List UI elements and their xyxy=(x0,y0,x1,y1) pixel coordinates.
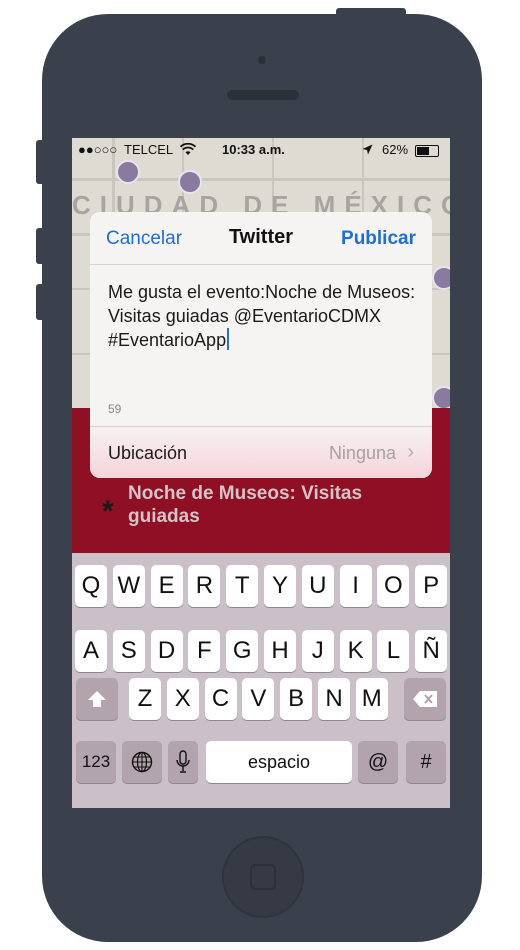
carrier-name: TELCEL xyxy=(124,142,174,157)
globe-icon xyxy=(131,751,153,773)
key-s[interactable]: S xyxy=(112,630,145,672)
key-b[interactable]: B xyxy=(280,678,313,720)
earpiece-speaker xyxy=(227,90,299,100)
clock: 10:33 a.m. xyxy=(222,142,285,157)
chevron-right-icon[interactable]: › xyxy=(407,441,414,464)
key-p[interactable]: P xyxy=(415,565,448,607)
key-x[interactable]: X xyxy=(166,678,199,720)
key-u[interactable]: U xyxy=(301,565,334,607)
key-k[interactable]: K xyxy=(339,630,372,672)
backspace-icon xyxy=(413,691,437,707)
status-bar: ●●○○○ TELCEL 10:33 a.m. 62% xyxy=(72,138,450,162)
key-z[interactable]: Z xyxy=(129,678,161,720)
key-q[interactable]: Q xyxy=(75,565,107,607)
divider xyxy=(90,264,432,265)
text-caret xyxy=(227,328,230,350)
event-title: Noche de Museos: Visitas guiadas xyxy=(128,483,363,527)
character-count: 59 xyxy=(108,402,122,416)
key-j[interactable]: J xyxy=(301,630,334,672)
key-n[interactable]: N xyxy=(318,678,350,720)
home-square-icon xyxy=(250,864,276,890)
front-camera xyxy=(258,56,266,64)
key-r[interactable]: R xyxy=(188,565,221,607)
key-o[interactable]: O xyxy=(377,565,410,607)
asterisk-icon: * xyxy=(102,495,114,528)
divider xyxy=(90,426,432,427)
shift-arrow-icon xyxy=(88,691,106,707)
at-key[interactable]: @ xyxy=(358,741,398,783)
metro-station-icon[interactable] xyxy=(116,160,140,184)
key-w[interactable]: W xyxy=(112,565,145,607)
key-y[interactable]: Y xyxy=(264,565,296,607)
space-key[interactable]: espacio xyxy=(206,741,352,783)
tweet-text-field[interactable]: Me gusta el evento:Noche de Museos: Visi… xyxy=(108,280,418,352)
metro-station-icon[interactable] xyxy=(178,170,202,194)
hash-key[interactable]: # xyxy=(406,741,446,783)
keyboard: QWERTYUIOP ASDFGHJKLÑ ZXCVBNM 123 espaci… xyxy=(72,553,450,808)
metro-station-icon[interactable] xyxy=(432,386,450,408)
tweet-text: Me gusta el evento:Noche de Museos: Visi… xyxy=(108,282,416,350)
location-label[interactable]: Ubicación xyxy=(108,443,187,464)
battery-level xyxy=(417,147,430,155)
microphone-icon xyxy=(176,750,190,773)
globe-key[interactable] xyxy=(122,741,162,783)
key-l[interactable]: L xyxy=(377,630,410,672)
key-i[interactable]: I xyxy=(339,565,372,607)
metro-station-icon[interactable] xyxy=(432,266,450,290)
location-arrow-icon xyxy=(362,144,373,155)
numbers-key[interactable]: 123 xyxy=(76,741,116,783)
delete-key[interactable] xyxy=(404,678,446,720)
dictation-key[interactable] xyxy=(168,741,198,783)
key-ñ[interactable]: Ñ xyxy=(415,630,448,672)
shift-key[interactable] xyxy=(76,678,118,720)
publish-button[interactable]: Publicar xyxy=(341,228,416,250)
wifi-icon xyxy=(180,143,196,155)
key-g[interactable]: G xyxy=(226,630,259,672)
key-d[interactable]: D xyxy=(150,630,183,672)
location-value[interactable]: Ninguna xyxy=(329,443,396,464)
key-t[interactable]: T xyxy=(226,565,259,607)
key-h[interactable]: H xyxy=(264,630,296,672)
twitter-compose-sheet: Cancelar Twitter Publicar Me gusta el ev… xyxy=(90,212,432,478)
screen: CIUDAD DE MÉXICO ●●○○○ TELCEL 10:33 a.m.… xyxy=(72,138,450,808)
battery-icon xyxy=(415,145,439,157)
signal-strength-icon: ●●○○○ xyxy=(78,142,118,157)
key-v[interactable]: V xyxy=(242,678,275,720)
key-a[interactable]: A xyxy=(75,630,107,672)
key-m[interactable]: M xyxy=(355,678,388,720)
battery-percent: 62% xyxy=(382,142,409,157)
key-e[interactable]: E xyxy=(150,565,183,607)
key-c[interactable]: C xyxy=(204,678,237,720)
key-f[interactable]: F xyxy=(188,630,221,672)
